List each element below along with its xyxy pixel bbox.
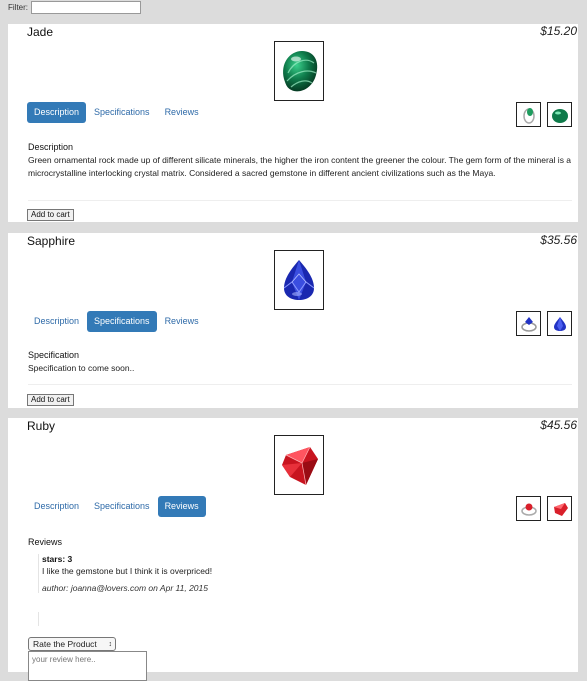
divider (28, 384, 572, 385)
tab-specifications[interactable]: Specifications (87, 102, 157, 123)
thumbnail-gem-image[interactable] (547, 311, 572, 336)
product-name: Ruby (27, 419, 56, 433)
review-body: I like the gemstone but I think it is ov… (42, 566, 213, 576)
product-card-sapphire: Sapphire $35.56 Description Specificatio… (8, 233, 578, 408)
thumbnail-gem-image[interactable] (547, 102, 572, 127)
review-stars: stars: 3 (42, 554, 73, 564)
tab-specifications[interactable]: Specifications (87, 496, 157, 517)
product-thumbnails (516, 311, 572, 336)
review-form-border (38, 612, 39, 626)
rate-product-select[interactable]: Rate the Product ↕ (28, 637, 116, 651)
rate-select-value: Rate the Product (33, 639, 97, 649)
select-arrows-icon: ↕ (108, 640, 113, 648)
tab-reviews[interactable]: Reviews (157, 496, 206, 517)
tab-description[interactable]: Description (27, 311, 86, 332)
thumbnail-ring-image[interactable] (516, 311, 541, 336)
review-item: stars: 3 I like the gemstone but I think… (38, 554, 302, 593)
specifications-panel: Specification Specification to come soon… (28, 350, 572, 375)
review-textarea[interactable] (28, 651, 147, 681)
panel-title: Reviews (28, 537, 63, 547)
product-image[interactable] (274, 250, 324, 310)
filter-input[interactable] (31, 0, 141, 14)
product-name: Jade (27, 25, 54, 39)
panel-text: Green ornamental rock made up of differe… (28, 155, 572, 178)
tab-specifications[interactable]: Specifications (87, 311, 157, 332)
product-tabs: Description Specifications Reviews (27, 102, 207, 123)
panel-title: Specification (28, 350, 80, 360)
tab-description[interactable]: Description (27, 496, 86, 517)
product-image[interactable] (274, 41, 324, 101)
panel-title: Description (28, 142, 74, 152)
product-tabs: Description Specifications Reviews (27, 496, 207, 517)
thumbnail-ring-image[interactable] (516, 496, 541, 521)
panel-text: Specification to come soon.. (28, 363, 135, 373)
add-to-cart-button[interactable]: Add to cart (27, 209, 74, 221)
thumbnail-gem-image[interactable] (547, 496, 572, 521)
product-tabs: Description Specifications Reviews (27, 311, 207, 332)
tab-reviews[interactable]: Reviews (158, 311, 206, 332)
product-price: $45.56 (540, 418, 577, 432)
thumbnail-ring-image[interactable] (516, 102, 541, 127)
product-card-ruby: Ruby $45.56 Description Specifications R… (8, 418, 578, 681)
description-panel: Description Green ornamental rock made u… (28, 142, 572, 180)
product-image[interactable] (274, 435, 324, 495)
add-to-cart-button[interactable]: Add to cart (27, 394, 74, 406)
product-thumbnails (516, 496, 572, 521)
product-price: $15.20 (540, 24, 577, 38)
product-price: $35.56 (540, 233, 577, 247)
filter-label: Filter: (8, 2, 28, 12)
review-author: author: joanna@lovers.com on Apr 11, 201… (42, 583, 208, 593)
product-name: Sapphire (27, 234, 76, 248)
product-thumbnails (516, 102, 572, 127)
tab-reviews[interactable]: Reviews (158, 102, 206, 123)
divider (28, 200, 572, 201)
filter-bar: Filter: (8, 0, 141, 14)
product-card-jade: Jade $15.20 Description Specifications R… (8, 24, 578, 222)
reviews-panel: Reviews (28, 537, 572, 549)
tab-description[interactable]: Description (27, 102, 87, 123)
